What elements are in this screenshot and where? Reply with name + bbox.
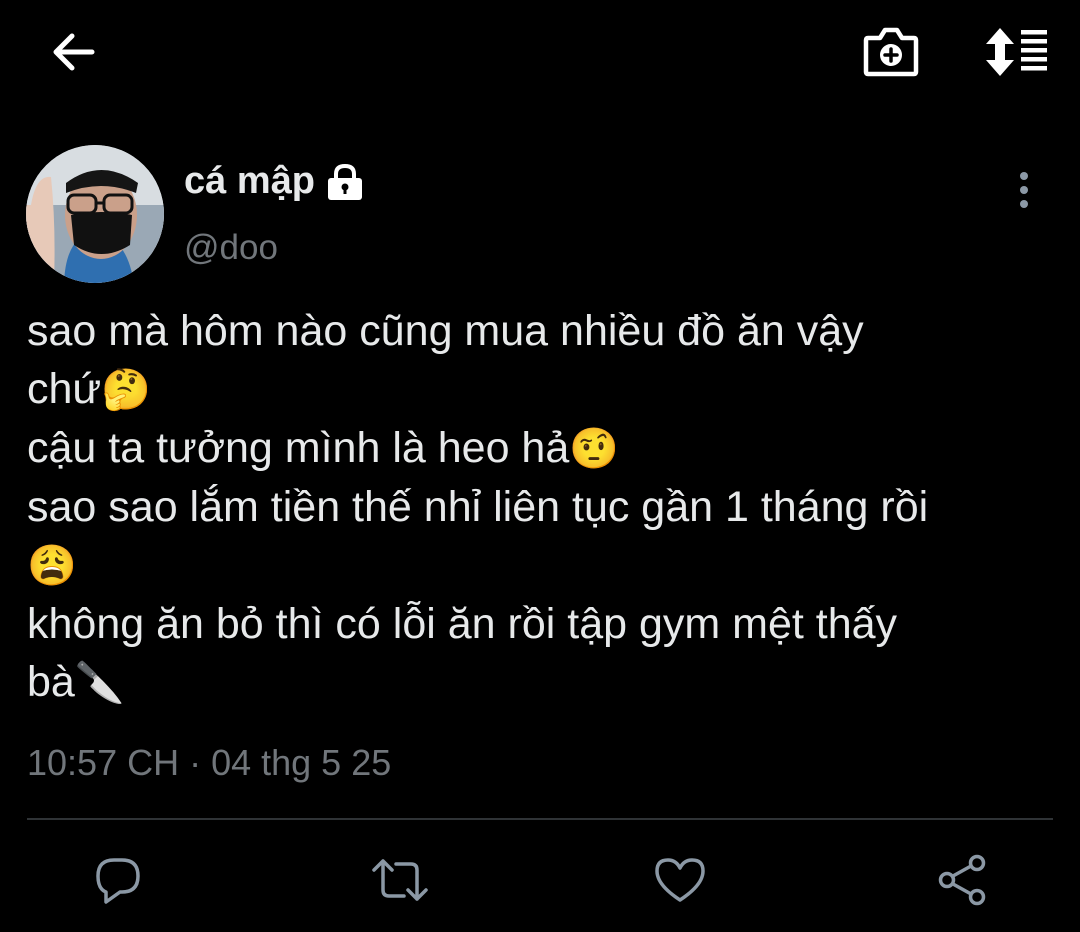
tweet-line: 😩 bbox=[27, 536, 1067, 595]
arrow-left-icon bbox=[53, 33, 95, 71]
sort-button[interactable] bbox=[980, 22, 1052, 82]
retweet-button[interactable] bbox=[368, 848, 432, 912]
author-name[interactable]: cá mập bbox=[184, 160, 315, 203]
more-options-button[interactable] bbox=[1004, 168, 1044, 212]
top-bar bbox=[0, 0, 1080, 110]
tweet-line-text: sao mà hôm nào cũng mua nhiều đồ ăn vậy bbox=[27, 307, 864, 355]
tweet-text: sao mà hôm nào cũng mua nhiều đồ ăn vậy … bbox=[27, 302, 1067, 712]
like-button[interactable] bbox=[648, 848, 712, 912]
thinking-emoji-icon: 🤔 bbox=[101, 368, 152, 412]
tweet-line: cậu ta tưởng mình là heo hả🤨 bbox=[27, 419, 1067, 478]
author-name-row[interactable]: cá mập bbox=[184, 160, 365, 203]
tweet-line: sao sao lắm tiền thế nhỉ liên tục gần 1 … bbox=[27, 478, 1067, 536]
tweet-line-text: sao sao lắm tiền thế nhỉ liên tục gần 1 … bbox=[27, 483, 929, 531]
retweet-icon bbox=[372, 859, 428, 901]
share-icon bbox=[938, 854, 986, 906]
tweet-timestamp[interactable]: 10:57 CH · 04 thg 5 25 bbox=[27, 742, 391, 784]
tweet-time: 10:57 CH bbox=[27, 742, 180, 783]
raised-eyebrow-emoji-icon: 🤨 bbox=[569, 427, 620, 471]
weary-emoji-icon: 😩 bbox=[27, 544, 77, 588]
author-handle[interactable]: @doo bbox=[184, 228, 278, 268]
reply-icon bbox=[96, 858, 140, 904]
tweet-line-text: bà bbox=[27, 658, 75, 706]
reply-button[interactable] bbox=[86, 848, 150, 912]
tweet-line-text: chứ bbox=[27, 365, 102, 413]
tweet-line-text: không ăn bỏ thì có lỗi ăn rồi tập gym mệ… bbox=[27, 600, 898, 648]
lock-icon bbox=[327, 163, 362, 200]
camera-button[interactable] bbox=[858, 22, 924, 82]
heart-icon bbox=[655, 858, 705, 902]
tweet-actions bbox=[0, 848, 1080, 918]
knife-emoji-icon: 🔪 bbox=[74, 661, 125, 705]
back-button[interactable] bbox=[44, 22, 104, 82]
camera-plus-icon bbox=[863, 27, 919, 77]
tweet-line: chứ🤔 bbox=[27, 360, 1067, 419]
tweet-date: 04 thg 5 25 bbox=[211, 742, 392, 783]
avatar[interactable] bbox=[26, 145, 164, 283]
tweet-line: sao mà hôm nào cũng mua nhiều đồ ăn vậy bbox=[27, 302, 1067, 360]
tweet-line-text: cậu ta tưởng mình là heo hả bbox=[27, 424, 570, 472]
timestamp-separator: · bbox=[189, 742, 202, 783]
sort-list-icon bbox=[986, 28, 1047, 76]
share-button[interactable] bbox=[930, 848, 994, 912]
divider bbox=[27, 818, 1053, 820]
more-vertical-icon bbox=[1020, 172, 1028, 208]
tweet-line: không ăn bỏ thì có lỗi ăn rồi tập gym mệ… bbox=[27, 595, 1067, 653]
tweet-line: bà🔪 bbox=[27, 653, 1067, 712]
